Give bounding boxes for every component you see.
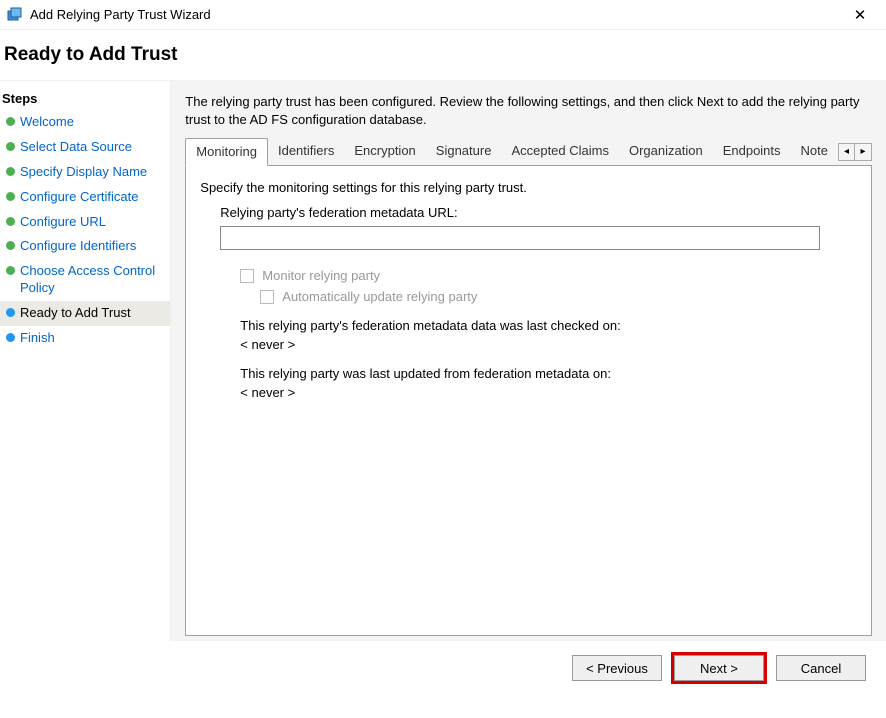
tab-scroll-left[interactable]: ◂ — [838, 143, 855, 161]
step-bullet-icon — [6, 192, 15, 201]
step-specify-display-name[interactable]: Specify Display Name — [0, 160, 170, 185]
step-ready-to-add-trust[interactable]: Ready to Add Trust — [0, 301, 170, 326]
step-bullet-icon — [6, 308, 15, 317]
step-label: Welcome — [20, 114, 74, 131]
step-configure-url[interactable]: Configure URL — [0, 210, 170, 235]
wizard-icon — [6, 6, 24, 24]
monitoring-desc: Specify the monitoring settings for this… — [200, 180, 857, 195]
tab-endpoints[interactable]: Endpoints — [713, 138, 791, 165]
step-bullet-icon — [6, 167, 15, 176]
tab-identifiers[interactable]: Identifiers — [268, 138, 344, 165]
step-label: Configure URL — [20, 214, 106, 231]
monitor-checkbox-label: Monitor relying party — [262, 268, 380, 283]
tab-note[interactable]: Note — [791, 138, 838, 165]
step-welcome[interactable]: Welcome — [0, 110, 170, 135]
step-bullet-icon — [6, 142, 15, 151]
tab-scroll-right[interactable]: ▸ — [855, 143, 872, 161]
autoupdate-checkbox-row: Automatically update relying party — [260, 289, 857, 304]
main-pane: The relying party trust has been configu… — [170, 81, 886, 641]
step-label: Ready to Add Trust — [20, 305, 131, 322]
metadata-url-input[interactable] — [220, 226, 820, 250]
last-checked-label: This relying party's federation metadata… — [240, 318, 857, 333]
step-label: Select Data Source — [20, 139, 132, 156]
intro-text: The relying party trust has been configu… — [185, 93, 872, 128]
step-bullet-icon — [6, 217, 15, 226]
step-bullet-icon — [6, 241, 15, 250]
tabstrip: MonitoringIdentifiersEncryptionSignature… — [185, 138, 872, 166]
step-select-data-source[interactable]: Select Data Source — [0, 135, 170, 160]
autoupdate-checkbox — [260, 290, 274, 304]
step-finish[interactable]: Finish — [0, 326, 170, 351]
tab-monitoring-body: Specify the monitoring settings for this… — [185, 166, 872, 636]
tab-organization[interactable]: Organization — [619, 138, 713, 165]
step-configure-certificate[interactable]: Configure Certificate — [0, 185, 170, 210]
tab-monitoring[interactable]: Monitoring — [185, 138, 268, 166]
page-title: Ready to Add Trust — [0, 30, 886, 81]
steps-heading: Steps — [0, 87, 170, 110]
metadata-url-label: Relying party's federation metadata URL: — [220, 205, 857, 220]
step-bullet-icon — [6, 333, 15, 342]
tab-accepted-claims[interactable]: Accepted Claims — [501, 138, 619, 165]
autoupdate-checkbox-label: Automatically update relying party — [282, 289, 477, 304]
last-updated-value: < never > — [240, 385, 857, 400]
step-choose-access-control-policy[interactable]: Choose Access Control Policy — [0, 259, 170, 301]
cancel-button[interactable]: Cancel — [776, 655, 866, 681]
step-label: Specify Display Name — [20, 164, 147, 181]
last-updated-label: This relying party was last updated from… — [240, 366, 857, 381]
monitor-checkbox — [240, 269, 254, 283]
steps-sidebar: Steps Welcome Select Data Source Specify D… — [0, 81, 170, 641]
monitor-checkbox-row: Monitor relying party — [240, 268, 857, 283]
next-button[interactable]: Next > — [674, 655, 764, 681]
titlebar: Add Relying Party Trust Wizard ✕ — [0, 0, 886, 30]
last-checked-value: < never > — [240, 337, 857, 352]
tab-scroll: ◂ ▸ — [838, 143, 872, 161]
step-bullet-icon — [6, 266, 15, 275]
step-configure-identifiers[interactable]: Configure Identifiers — [0, 234, 170, 259]
step-label: Configure Identifiers — [20, 238, 136, 255]
window-title: Add Relying Party Trust Wizard — [30, 7, 840, 22]
step-bullet-icon — [6, 117, 15, 126]
tab-signature[interactable]: Signature — [426, 138, 502, 165]
step-label: Configure Certificate — [20, 189, 139, 206]
tab-encryption[interactable]: Encryption — [344, 138, 425, 165]
step-label: Choose Access Control Policy — [20, 263, 164, 297]
previous-button[interactable]: < Previous — [572, 655, 662, 681]
close-button[interactable]: ✕ — [840, 3, 880, 27]
step-label: Finish — [20, 330, 55, 347]
button-row: < Previous Next > Cancel — [0, 641, 886, 681]
